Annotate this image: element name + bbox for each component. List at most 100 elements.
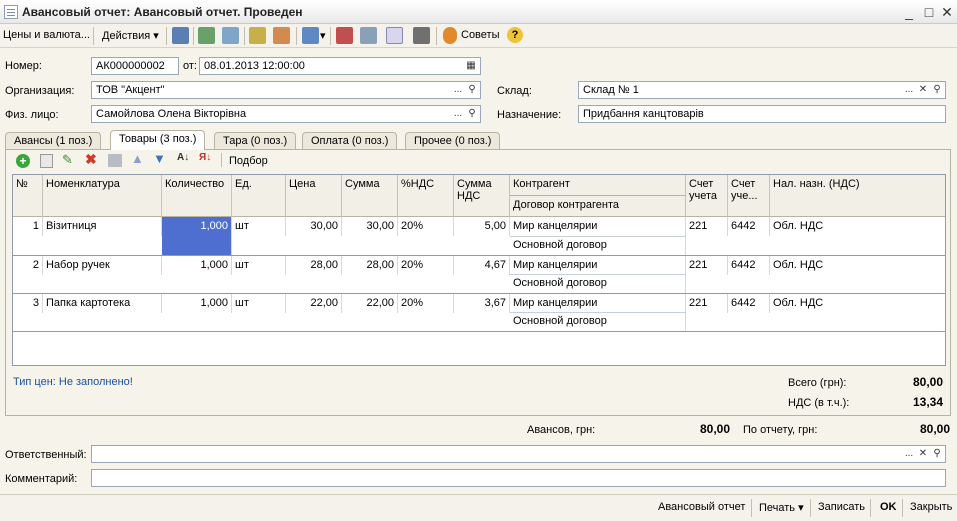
row-vat-rate[interactable]: 20% xyxy=(398,217,454,236)
comment-field[interactable] xyxy=(91,469,946,487)
row-account[interactable]: 221 xyxy=(686,256,728,275)
clear-icon[interactable]: ✕ xyxy=(916,446,930,462)
refresh-icon[interactable] xyxy=(198,27,215,44)
row-tax-purpose[interactable]: Обл. НДС xyxy=(770,217,945,236)
row-item[interactable]: Папка картотека xyxy=(43,294,162,313)
advance-report-button[interactable]: Авансовый отчет xyxy=(658,501,745,513)
actions-menu[interactable]: Действия ▾ xyxy=(102,29,159,42)
row-unit[interactable]: шт xyxy=(232,256,286,275)
ok-button[interactable]: OK xyxy=(880,501,897,513)
row-account2[interactable]: 6442 xyxy=(728,256,770,275)
end-edit-icon[interactable] xyxy=(108,154,122,167)
close-window-button[interactable]: ✕ xyxy=(938,3,956,21)
row-tax-purpose[interactable]: Обл. НДС xyxy=(770,294,945,313)
search-icon[interactable]: ⚲ xyxy=(930,446,944,462)
row-vat-sum[interactable]: 4,67 xyxy=(454,256,510,275)
row-counterparty[interactable]: Мир канцелярии xyxy=(510,256,686,275)
post-document-icon[interactable] xyxy=(249,27,266,44)
row-price[interactable]: 30,00 xyxy=(286,217,342,236)
print-menu[interactable]: Печать ▾ xyxy=(759,501,804,514)
search-icon[interactable]: ⚲ xyxy=(465,82,479,98)
row-account2[interactable]: 6442 xyxy=(728,294,770,313)
save-button[interactable]: Записать xyxy=(818,501,865,513)
fill-based-on-icon[interactable] xyxy=(302,27,319,44)
tips-button[interactable]: Советы xyxy=(461,29,499,41)
edit-row-icon[interactable]: ✎ xyxy=(62,152,73,168)
person-field[interactable]: Самойлова Олена Вікторівна xyxy=(91,105,481,123)
search-icon[interactable]: ⚲ xyxy=(930,82,944,98)
table-row[interactable]: 1 Візитниця 1,000 шт 30,00 30,00 20% 5,0… xyxy=(13,217,945,255)
col-header-unit[interactable]: Ед. xyxy=(232,175,286,217)
col-header-num[interactable]: № xyxy=(13,175,43,217)
move-up-icon[interactable]: ▲ xyxy=(131,151,144,166)
tab-payment[interactable]: Оплата (0 поз.) xyxy=(302,132,398,149)
col-header-price[interactable]: Цена xyxy=(286,175,342,217)
tab-other[interactable]: Прочее (0 поз.) xyxy=(405,132,501,149)
row-price[interactable]: 28,00 xyxy=(286,256,342,275)
purpose-field[interactable]: Придбання канцтоварів xyxy=(578,105,946,123)
goods-table[interactable]: № Номенклатура Количество Ед. Цена Сумма… xyxy=(12,174,946,366)
row-contract[interactable]: Основной договор xyxy=(510,274,686,293)
col-header-account2[interactable]: Счет уче... xyxy=(728,175,770,217)
col-header-item[interactable]: Номенклатура xyxy=(43,175,162,217)
copy-icon[interactable] xyxy=(222,27,239,44)
price-type-link[interactable]: Тип цен: Не заполнено! xyxy=(13,376,133,388)
row-sum[interactable]: 22,00 xyxy=(342,294,398,313)
row-counterparty[interactable]: Мир канцелярии xyxy=(510,217,686,236)
row-vat-rate[interactable]: 20% xyxy=(398,256,454,275)
post-and-close-icon[interactable] xyxy=(172,27,189,44)
table-row[interactable]: 2 Набор ручек 1,000 шт 28,00 28,00 20% 4… xyxy=(13,256,945,293)
row-vat-sum[interactable]: 5,00 xyxy=(454,217,510,236)
row-qty[interactable]: 1,000 xyxy=(162,256,232,275)
col-header-account[interactable]: Счет учета xyxy=(686,175,728,217)
hierarchy-icon[interactable] xyxy=(386,27,403,44)
sort-asc-icon[interactable]: A↓ xyxy=(177,152,189,163)
unpost-document-icon[interactable] xyxy=(273,27,290,44)
warehouse-field[interactable]: Склад № 1 xyxy=(578,81,946,99)
add-row-icon[interactable]: + xyxy=(16,154,30,168)
tab-advances[interactable]: Авансы (1 поз.) xyxy=(5,132,102,149)
row-unit[interactable]: шт xyxy=(232,217,286,236)
list-view-icon[interactable] xyxy=(413,27,430,44)
row-account[interactable]: 221 xyxy=(686,217,728,236)
sort-desc-icon[interactable]: Я↓ xyxy=(199,152,211,163)
search-icon[interactable]: ⚲ xyxy=(465,106,479,122)
row-counterparty[interactable]: Мир канцелярии xyxy=(510,294,686,313)
select-button[interactable]: ... xyxy=(451,106,465,122)
close-button[interactable]: Закрыть xyxy=(910,501,952,513)
row-tax-purpose[interactable]: Обл. НДС xyxy=(770,256,945,275)
table-row[interactable]: 3 Папка картотека 1,000 шт 22,00 22,00 2… xyxy=(13,294,945,331)
col-header-vat-sum[interactable]: Сумма НДС xyxy=(454,175,510,217)
row-sum[interactable]: 30,00 xyxy=(342,217,398,236)
clear-icon[interactable]: ✕ xyxy=(916,82,930,98)
date-field[interactable]: 08.01.2013 12:00:00 xyxy=(199,57,481,75)
responsible-field[interactable] xyxy=(91,445,946,463)
col-header-counterparty[interactable]: Контрагент xyxy=(510,175,686,196)
calendar-icon[interactable]: ▦ xyxy=(464,58,478,74)
row-account[interactable]: 221 xyxy=(686,294,728,313)
col-header-sum[interactable]: Сумма xyxy=(342,175,398,217)
copy-row-icon[interactable] xyxy=(40,154,53,168)
chevron-down-icon[interactable]: ▾ xyxy=(320,29,326,42)
col-header-contract[interactable]: Договор контрагента xyxy=(510,196,686,217)
row-sum[interactable]: 28,00 xyxy=(342,256,398,275)
col-header-vat-rate[interactable]: %НДС xyxy=(398,175,454,217)
tab-containers[interactable]: Тара (0 поз.) xyxy=(214,132,297,149)
row-contract[interactable]: Основной договор xyxy=(510,236,686,255)
select-button[interactable]: ... xyxy=(902,446,916,462)
number-field[interactable]: АК000000002 xyxy=(91,57,179,75)
minimize-button[interactable]: _ xyxy=(900,3,918,21)
row-unit[interactable]: шт xyxy=(232,294,286,313)
row-account2[interactable]: 6442 xyxy=(728,217,770,236)
row-contract[interactable]: Основной договор xyxy=(510,312,686,331)
row-vat-rate[interactable]: 20% xyxy=(398,294,454,313)
help-icon[interactable]: ? xyxy=(507,27,523,43)
select-button[interactable]: ... xyxy=(451,82,465,98)
row-item[interactable]: Набор ручек xyxy=(43,256,162,275)
organization-field[interactable]: ТОВ "Акцент" xyxy=(91,81,481,99)
tab-goods[interactable]: Товары (3 поз.) xyxy=(110,130,206,150)
row-vat-sum[interactable]: 3,67 xyxy=(454,294,510,313)
select-button[interactable]: ... xyxy=(902,82,916,98)
row-price[interactable]: 22,00 xyxy=(286,294,342,313)
col-header-qty[interactable]: Количество xyxy=(162,175,232,217)
